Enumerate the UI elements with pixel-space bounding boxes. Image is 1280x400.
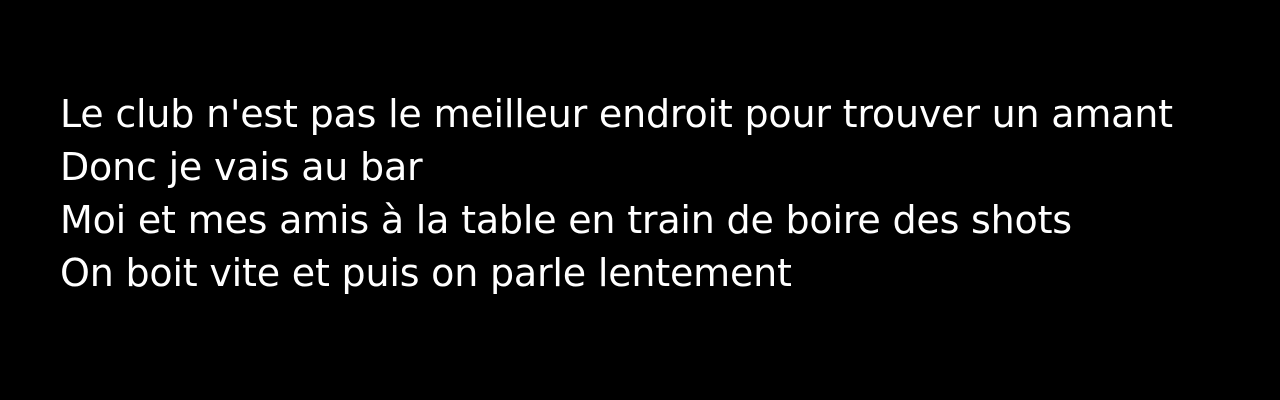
lyrics-screen: Le club n'est pas le meilleur endroit po… bbox=[0, 0, 1280, 400]
lyrics-block: Le club n'est pas le meilleur endroit po… bbox=[60, 88, 1260, 300]
lyric-line-1: Le club n'est pas le meilleur endroit po… bbox=[60, 92, 1173, 136]
lyric-line-2: Donc je vais au bar bbox=[60, 145, 423, 189]
lyric-line-4: On boit vite et puis on parle lentement bbox=[60, 251, 792, 295]
lyric-line-3: Moi et mes amis à la table en train de b… bbox=[60, 198, 1072, 242]
